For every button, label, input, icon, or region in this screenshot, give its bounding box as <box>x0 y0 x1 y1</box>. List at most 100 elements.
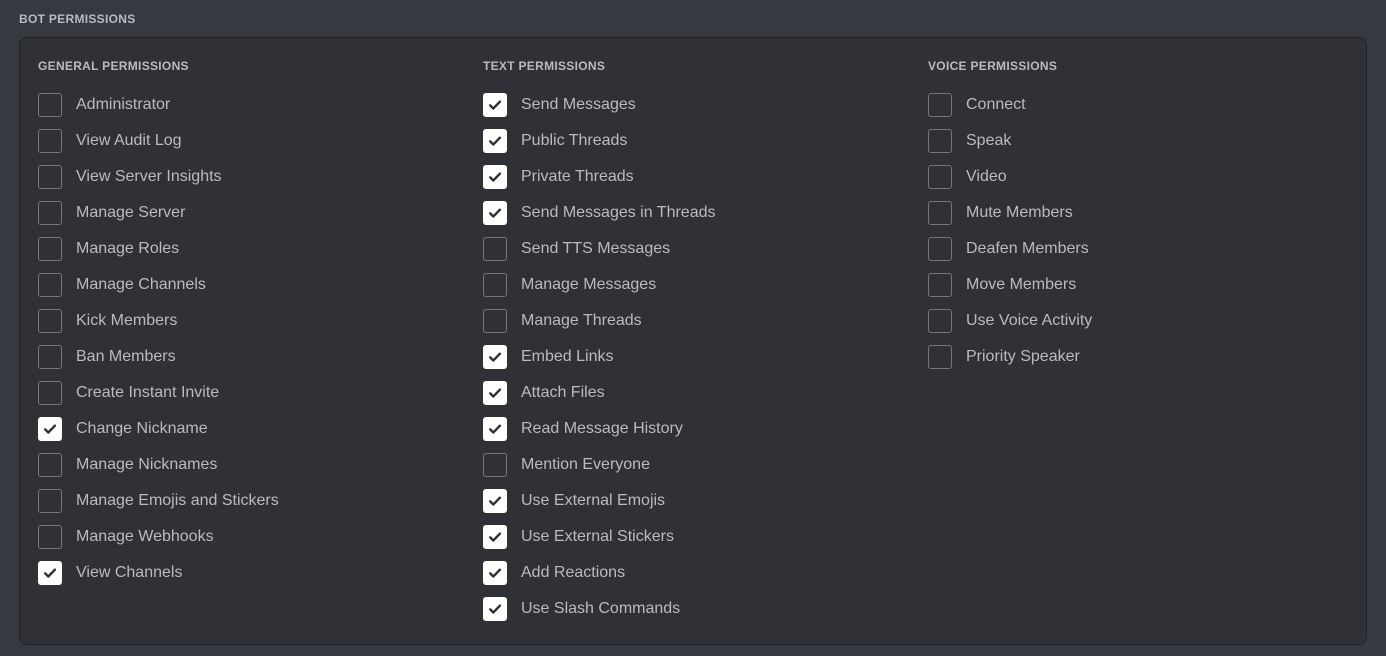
checkmark-icon <box>489 100 502 110</box>
checkbox-unchecked-icon[interactable] <box>928 237 952 261</box>
checkbox-unchecked-icon[interactable] <box>928 201 952 225</box>
permission-row-manage-roles[interactable]: Manage Roles <box>38 231 458 267</box>
permission-row-mention-everyone[interactable]: Mention Everyone <box>483 447 903 483</box>
permission-label: Embed Links <box>521 348 614 365</box>
checkbox-checked-icon[interactable] <box>483 417 507 441</box>
permission-row-use-voice-activity[interactable]: Use Voice Activity <box>928 303 1348 339</box>
checkbox-unchecked-icon[interactable] <box>928 129 952 153</box>
permission-row-manage-threads[interactable]: Manage Threads <box>483 303 903 339</box>
permission-label: Mention Everyone <box>521 456 650 473</box>
permission-row-embed-links[interactable]: Embed Links <box>483 339 903 375</box>
permissions-panel: GENERAL PERMISSIONS Administrator View Au… <box>19 37 1367 645</box>
checkbox-unchecked-icon[interactable] <box>38 489 62 513</box>
checkmark-icon <box>489 208 502 218</box>
permission-row-private-threads[interactable]: Private Threads <box>483 159 903 195</box>
permission-row-send-messages-in-threads[interactable]: Send Messages in Threads <box>483 195 903 231</box>
permission-row-manage-emojis-and-stickers[interactable]: Manage Emojis and Stickers <box>38 483 458 519</box>
checkbox-checked-icon[interactable] <box>483 93 507 117</box>
permission-row-manage-server[interactable]: Manage Server <box>38 195 458 231</box>
checkbox-checked-icon[interactable] <box>483 489 507 513</box>
checkbox-checked-icon[interactable] <box>483 129 507 153</box>
permission-row-read-message-history[interactable]: Read Message History <box>483 411 903 447</box>
checkbox-checked-icon[interactable] <box>38 561 62 585</box>
checkbox-checked-icon[interactable] <box>483 561 507 585</box>
permission-row-create-instant-invite[interactable]: Create Instant Invite <box>38 375 458 411</box>
checkbox-unchecked-icon[interactable] <box>928 273 952 297</box>
permission-label: Speak <box>966 132 1012 149</box>
permission-row-use-slash-commands[interactable]: Use Slash Commands <box>483 591 903 627</box>
permission-row-view-audit-log[interactable]: View Audit Log <box>38 123 458 159</box>
permission-row-video[interactable]: Video <box>928 159 1348 195</box>
permission-row-send-tts-messages[interactable]: Send TTS Messages <box>483 231 903 267</box>
checkmark-icon <box>489 352 502 362</box>
checkbox-unchecked-icon[interactable] <box>38 201 62 225</box>
checkbox-unchecked-icon[interactable] <box>38 345 62 369</box>
permission-row-use-external-stickers[interactable]: Use External Stickers <box>483 519 903 555</box>
permission-row-change-nickname[interactable]: Change Nickname <box>38 411 458 447</box>
permission-row-add-reactions[interactable]: Add Reactions <box>483 555 903 591</box>
checkbox-unchecked-icon[interactable] <box>483 453 507 477</box>
checkmark-icon <box>44 424 57 434</box>
permission-row-deafen-members[interactable]: Deafen Members <box>928 231 1348 267</box>
permission-row-attach-files[interactable]: Attach Files <box>483 375 903 411</box>
checkmark-icon <box>44 568 57 578</box>
checkbox-unchecked-icon[interactable] <box>928 165 952 189</box>
permission-label: Manage Emojis and Stickers <box>76 492 279 509</box>
permission-label: Use Voice Activity <box>966 312 1093 329</box>
checkbox-unchecked-icon[interactable] <box>928 345 952 369</box>
permission-label: View Server Insights <box>76 168 222 185</box>
checkbox-checked-icon[interactable] <box>483 381 507 405</box>
permission-row-priority-speaker[interactable]: Priority Speaker <box>928 339 1348 375</box>
permission-label: Deafen Members <box>966 240 1089 257</box>
checkbox-checked-icon[interactable] <box>483 597 507 621</box>
permission-label: Kick Members <box>76 312 178 329</box>
permission-label: Use External Stickers <box>521 528 674 545</box>
checkbox-checked-icon[interactable] <box>483 345 507 369</box>
column-title-voice: VOICE PERMISSIONS <box>928 59 1058 73</box>
permission-row-kick-members[interactable]: Kick Members <box>38 303 458 339</box>
permission-row-connect[interactable]: Connect <box>928 87 1348 123</box>
checkbox-unchecked-icon[interactable] <box>928 93 952 117</box>
checkmark-icon <box>489 532 502 542</box>
permission-row-public-threads[interactable]: Public Threads <box>483 123 903 159</box>
checkbox-unchecked-icon[interactable] <box>928 309 952 333</box>
permission-label: Manage Webhooks <box>76 528 214 545</box>
permission-label: Video <box>966 168 1007 185</box>
permission-row-use-external-emojis[interactable]: Use External Emojis <box>483 483 903 519</box>
checkbox-checked-icon[interactable] <box>483 525 507 549</box>
checkmark-icon <box>489 604 502 614</box>
permission-label: Priority Speaker <box>966 348 1080 365</box>
checkbox-unchecked-icon[interactable] <box>38 273 62 297</box>
checkbox-unchecked-icon[interactable] <box>483 237 507 261</box>
checkbox-checked-icon[interactable] <box>483 201 507 225</box>
checkbox-unchecked-icon[interactable] <box>38 237 62 261</box>
checkbox-checked-icon[interactable] <box>38 417 62 441</box>
permission-row-manage-channels[interactable]: Manage Channels <box>38 267 458 303</box>
permission-row-manage-webhooks[interactable]: Manage Webhooks <box>38 519 458 555</box>
checkbox-checked-icon[interactable] <box>483 165 507 189</box>
checkbox-unchecked-icon[interactable] <box>483 273 507 297</box>
permission-row-view-server-insights[interactable]: View Server Insights <box>38 159 458 195</box>
checkbox-unchecked-icon[interactable] <box>38 309 62 333</box>
checkbox-unchecked-icon[interactable] <box>38 129 62 153</box>
checkbox-unchecked-icon[interactable] <box>483 309 507 333</box>
permission-row-speak[interactable]: Speak <box>928 123 1348 159</box>
checkbox-unchecked-icon[interactable] <box>38 453 62 477</box>
permission-row-move-members[interactable]: Move Members <box>928 267 1348 303</box>
permission-row-view-channels[interactable]: View Channels <box>38 555 458 591</box>
permission-row-send-messages[interactable]: Send Messages <box>483 87 903 123</box>
permission-label: Ban Members <box>76 348 176 365</box>
checkbox-unchecked-icon[interactable] <box>38 165 62 189</box>
permission-row-mute-members[interactable]: Mute Members <box>928 195 1348 231</box>
checkbox-unchecked-icon[interactable] <box>38 525 62 549</box>
checkbox-unchecked-icon[interactable] <box>38 381 62 405</box>
checkbox-unchecked-icon[interactable] <box>38 93 62 117</box>
permission-row-ban-members[interactable]: Ban Members <box>38 339 458 375</box>
permission-label: Private Threads <box>521 168 634 185</box>
permission-row-manage-messages[interactable]: Manage Messages <box>483 267 903 303</box>
permission-label: View Channels <box>76 564 183 581</box>
permission-label: Attach Files <box>521 384 605 401</box>
permission-row-administrator[interactable]: Administrator <box>38 87 458 123</box>
permission-label: Use External Emojis <box>521 492 666 509</box>
permission-row-manage-nicknames[interactable]: Manage Nicknames <box>38 447 458 483</box>
